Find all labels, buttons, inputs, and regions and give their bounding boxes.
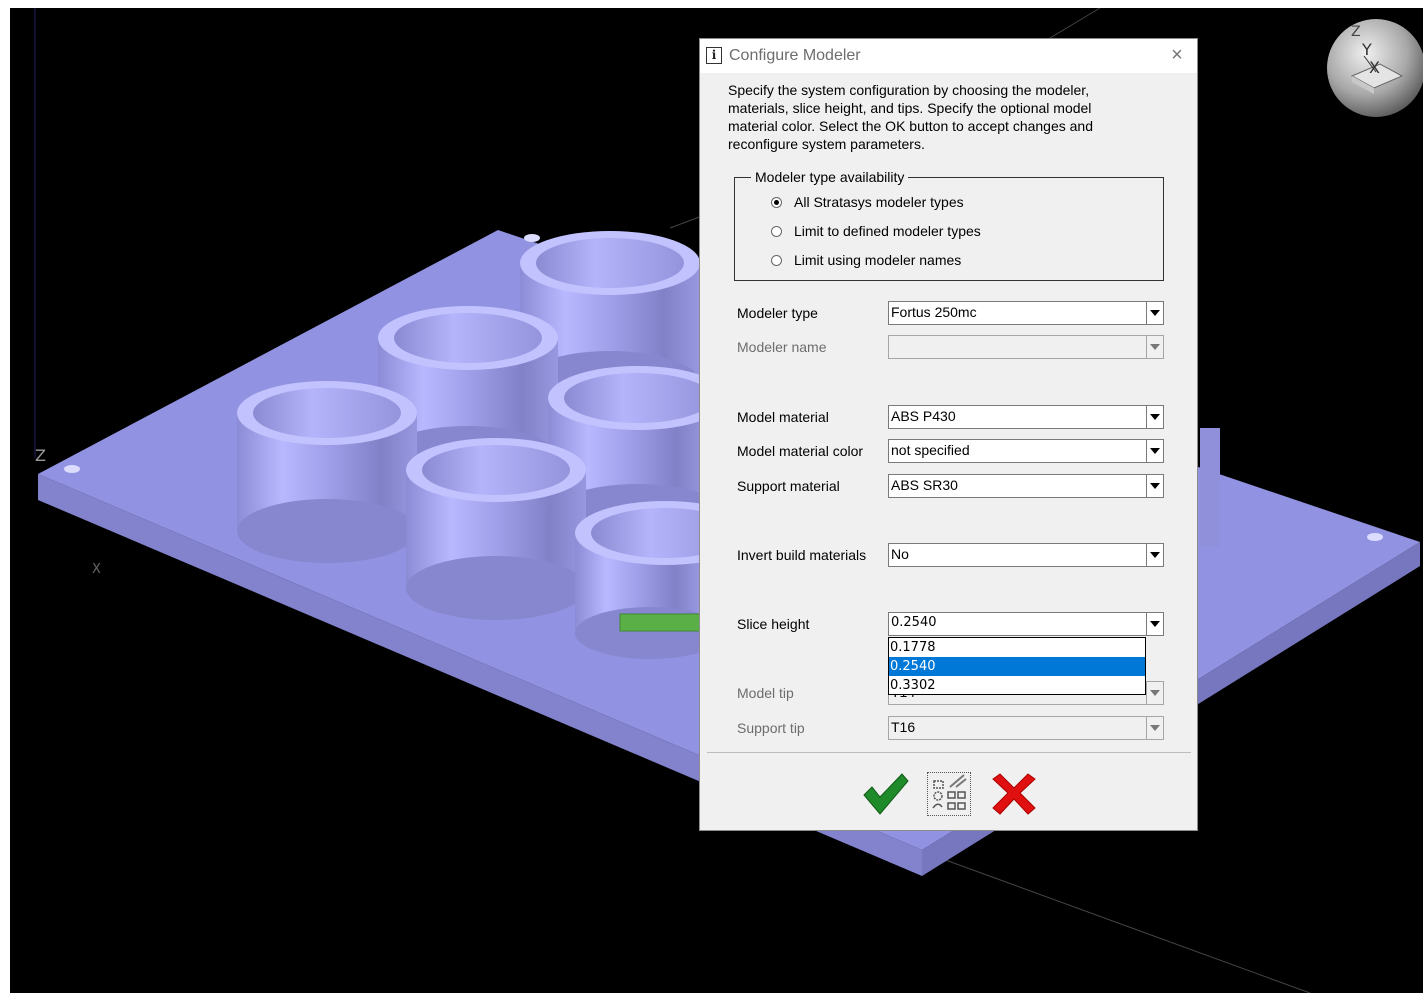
modeler-type-select[interactable]: Fortus 250mc [888, 301, 1164, 325]
cylinder-3 [237, 381, 417, 563]
chevron-down-icon[interactable] [1146, 406, 1163, 428]
close-button[interactable]: × [1163, 42, 1191, 68]
modeler-name-select[interactable] [888, 335, 1164, 359]
support-material-select[interactable]: ABS SR30 [888, 474, 1164, 498]
model-material-value: ABS P430 [891, 408, 956, 424]
support-tip-select[interactable]: T16 [888, 716, 1164, 740]
model-material-label: Model material [737, 409, 829, 425]
radio-label: Limit to defined modeler types [794, 223, 981, 239]
invert-build-label: Invert build materials [737, 547, 867, 563]
slice-height-dropdown-list[interactable]: 0.1778 0.2540 0.3302 [888, 637, 1146, 695]
settings-button[interactable] [927, 772, 971, 816]
chevron-down-icon[interactable] [1146, 613, 1163, 635]
chevron-down-icon[interactable] [1146, 544, 1163, 566]
cube-z-label: Z [1351, 24, 1361, 40]
slice-height-value: 0.2540 [891, 615, 937, 630]
chevron-down-icon[interactable] [1146, 440, 1163, 462]
slice-height-select[interactable]: 0.2540 [888, 612, 1164, 636]
modeler-type-label: Modeler type [737, 305, 818, 321]
dropdown-option[interactable]: 0.1778 [889, 638, 1145, 657]
cube-y-label: Y [1362, 40, 1372, 59]
cylinder-5 [406, 438, 586, 620]
slice-height-label: Slice height [737, 616, 810, 632]
radio-button-checked[interactable] [771, 196, 782, 208]
dropdown-option-selected[interactable]: 0.2540 [889, 657, 1145, 676]
chevron-down-icon[interactable] [1146, 717, 1163, 739]
chevron-down-icon[interactable] [1146, 475, 1163, 497]
model-material-color-value: not specified [891, 442, 970, 458]
settings-icon [932, 774, 967, 810]
radio-modeler-names[interactable]: Limit using modeler names [771, 250, 961, 270]
red-x-icon [992, 773, 1036, 815]
invert-build-select[interactable]: No [888, 543, 1164, 567]
checkmark-icon [863, 773, 909, 815]
z-axis-label: Z [35, 446, 46, 465]
radio-label: Limit using modeler names [794, 252, 962, 268]
support-tip-label: Support tip [737, 720, 805, 736]
modeler-availability-group: Modeler type availability All Stratasys … [734, 169, 1164, 281]
ok-button[interactable] [860, 771, 910, 817]
configure-modeler-dialog: i Configure Modeler × Specify the system… [699, 38, 1198, 831]
support-material-label: Support material [737, 478, 840, 494]
radio-all-modeler-types[interactable]: All Stratasys modeler types [771, 192, 964, 212]
separator [707, 752, 1191, 753]
modeler-type-value: Fortus 250mc [891, 304, 977, 320]
model-tip-label: Model tip [737, 685, 794, 701]
model-material-select[interactable]: ABS P430 [888, 405, 1164, 429]
group-legend: Modeler type availability [751, 169, 909, 185]
dropdown-option[interactable]: 0.3302 [889, 676, 1145, 695]
info-icon: i [706, 47, 722, 64]
radio-button[interactable] [771, 254, 782, 266]
radio-defined-modeler-types[interactable]: Limit to defined modeler types [771, 221, 981, 241]
model-material-color-label: Model material color [737, 443, 864, 459]
dialog-title: Configure Modeler [729, 47, 861, 64]
chevron-down-icon[interactable] [1146, 336, 1163, 358]
support-tip-value: T16 [891, 719, 916, 735]
cancel-button[interactable] [990, 773, 1038, 815]
model-material-color-select[interactable]: not specified [888, 439, 1164, 463]
support-material-value: ABS SR30 [891, 477, 958, 493]
dialog-description: Specify the system configuration by choo… [728, 82, 1093, 152]
chevron-down-icon[interactable] [1146, 682, 1163, 704]
modeler-name-label: Modeler name [737, 339, 827, 355]
orientation-cube[interactable]: Z Y X [1324, 14, 1423, 122]
radio-label: All Stratasys modeler types [794, 194, 964, 210]
invert-build-value: No [891, 546, 909, 562]
x-axis-label: X [92, 562, 101, 577]
dialog-titlebar[interactable]: i Configure Modeler × [700, 39, 1197, 73]
radio-button[interactable] [771, 225, 782, 237]
cube-x-label: X [1369, 58, 1380, 77]
chevron-down-icon[interactable] [1146, 302, 1163, 324]
